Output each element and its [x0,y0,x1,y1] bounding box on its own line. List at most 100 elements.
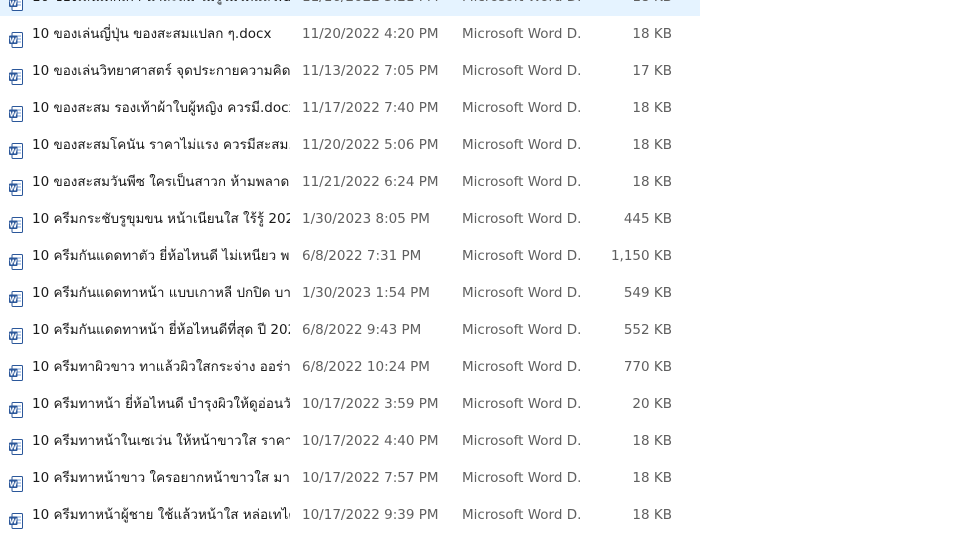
word-document-icon: W [9,137,23,159]
file-date-modified: 10/17/2022 9:39 PM [302,507,439,523]
file-type: Microsoft Word D... [462,396,582,412]
svg-text:W: W [9,147,17,155]
file-date-modified: 1/30/2023 1:54 PM [302,285,430,301]
file-row[interactable]: W 10 ของเล่นเด็กเก่า น่าสะสม ไม่รู้ไม่ได้… [0,0,700,16]
word-document-icon: W [9,322,23,344]
file-type: Microsoft Word D... [462,100,582,116]
svg-text:W: W [9,443,17,451]
file-type: Microsoft Word D... [462,470,582,486]
file-type: Microsoft Word D... [462,137,582,153]
svg-text:W: W [9,332,17,340]
file-row[interactable]: W 10 ครีมทาหน้าผู้ชาย ใช้แล้วหน้าใส หล่อเ… [0,497,700,534]
file-type: Microsoft Word D... [462,0,582,16]
file-type: Microsoft Word D... [462,322,582,338]
file-date-modified: 11/21/2022 6:24 PM [302,174,439,190]
svg-text:W: W [9,406,17,414]
file-row[interactable]: W 10 ของสะสมวันพีซ ใครเป็นสาวก ห้ามพลาด.d… [0,164,700,201]
word-document-icon: W [9,248,23,270]
file-name: 10 ของเล่นเด็กเก่า น่าสะสม ไม่รู้ไม่ได้แ… [32,0,290,16]
file-row[interactable]: W 10 ครีมกันแดดทาหน้า ยี่ห้อไหนดีที่สุด ป… [0,312,700,349]
file-type: Microsoft Word D... [462,211,582,227]
word-document-icon: W [9,26,23,48]
file-type: Microsoft Word D... [462,26,582,42]
word-document-icon: W [9,359,23,381]
word-document-icon: W [9,470,23,492]
word-document-icon: W [9,285,23,307]
file-row[interactable]: W 10 ครีมทาผิวขาว ทาแล้วผิวใสกระจ่าง ออร่… [0,349,700,386]
file-row[interactable]: W 10 ของสะสม รองเท้าผ้าใบผู้หญิง ควรมี.do… [0,90,700,127]
file-row[interactable]: W 10 ครีมทาหน้า ยี่ห้อไหนดี บำรุงผิวให้ดู… [0,386,700,423]
file-name: 10 ของเล่นวิทยาศาสตร์ จุดประกายความคิดแบ… [32,63,290,79]
file-name: 10 ของเล่นญี่ปุ่น ของสะสมแปลก ๆ.docx [32,26,272,42]
file-name: 10 ครีมทาหน้าผู้ชาย ใช้แล้วหน้าใส หล่อเท… [32,507,290,523]
file-row[interactable]: W 10 ครีมกระชับรูขุมขน หน้าเนียนใส ใร้รู้… [0,201,700,238]
file-row[interactable]: W 10 ของสะสมโคนัน ราคาไม่แรง ควรมีสะสม.do… [0,127,700,164]
svg-text:W: W [9,295,17,303]
file-size: 18 KB [632,433,672,449]
file-size: 1,150 KB [610,248,672,264]
file-date-modified: 10/17/2022 4:40 PM [302,433,439,449]
file-name: 10 ครีมกันแดดทาหน้า ยี่ห้อไหนดีที่สุด ปี… [32,322,290,338]
file-date-modified: 11/13/2022 7:05 PM [302,63,439,79]
word-document-icon: W [9,396,23,418]
file-name: 10 ครีมกระชับรูขุมขน หน้าเนียนใส ใร้รู้ … [32,211,290,227]
file-size: 552 KB [623,322,672,338]
file-date-modified: 10/17/2022 7:57 PM [302,470,439,486]
file-size: 445 KB [623,211,672,227]
file-name: 10 ครีมทาผิวขาว ทาแล้วผิวใสกระจ่าง ออร่า… [32,359,290,375]
file-date-modified: 11/20/2022 5:06 PM [302,137,439,153]
file-list: W 10 ของเล่นเด็กเก่า น่าสะสม ไม่รู้ไม่ได้… [0,0,960,539]
word-document-icon: W [9,433,23,455]
file-name: 10 ครีมทาหน้า ยี่ห้อไหนดี บำรุงผิวให้ดูอ… [32,396,290,412]
file-row[interactable]: W 10 ของเล่นญี่ปุ่น ของสะสมแปลก ๆ.docx 11/… [0,16,700,53]
file-date-modified: 11/20/2022 4:20 PM [302,26,439,42]
svg-text:W: W [9,73,17,81]
file-type: Microsoft Word D... [462,359,582,375]
file-size: 770 KB [623,359,672,375]
svg-text:W: W [9,258,17,266]
file-name: 10 ของสะสมวันพีซ ใครเป็นสาวก ห้ามพลาด.do… [32,174,290,190]
file-size: 18 KB [600,0,672,16]
file-type: Microsoft Word D... [462,174,582,190]
svg-text:W: W [9,110,17,118]
svg-text:W: W [9,221,17,229]
file-row[interactable]: W 10 ครีมกันแดดทาหน้า แบบเกาหลี ปกปิด บาง… [0,275,700,312]
file-date-modified: 11/17/2022 7:40 PM [302,100,439,116]
file-size: 18 KB [632,100,672,116]
file-row[interactable]: W 10 ของเล่นวิทยาศาสตร์ จุดประกายความคิดแ… [0,53,700,90]
file-type: Microsoft Word D... [462,433,582,449]
file-size: 20 KB [632,396,672,412]
file-size: 18 KB [632,26,672,42]
file-row[interactable]: W 10 ครีมทาหน้าขาว ใครอยากหน้าขาวใส มาทาง… [0,460,700,497]
word-document-icon: W [9,507,23,529]
file-name: 10 ของสะสม รองเท้าผ้าใบผู้หญิง ควรมี.doc… [32,100,290,116]
file-size: 18 KB [632,174,672,190]
file-type: Microsoft Word D... [462,507,582,523]
word-document-icon: W [9,100,23,122]
file-name: 10 ครีมกันแดดทาตัว ยี่ห้อไหนดี ไม่เหนียว… [32,248,290,264]
file-type: Microsoft Word D... [462,248,582,264]
file-size: 18 KB [632,137,672,153]
word-document-icon: W [9,63,23,85]
word-document-icon: W [9,0,23,11]
svg-text:W: W [9,517,17,525]
svg-text:W: W [9,369,17,377]
file-date-modified: 1/30/2023 8:05 PM [302,211,430,227]
file-name: 10 ครีมกันแดดทาหน้า แบบเกาหลี ปกปิด บางเ… [32,285,290,301]
file-date-modified: 6/8/2022 9:43 PM [302,322,422,338]
file-type: Microsoft Word D... [462,285,582,301]
file-date-modified: 10/17/2022 3:59 PM [302,396,439,412]
file-size: 549 KB [623,285,672,301]
file-size: 18 KB [632,507,672,523]
file-date-modified: 6/8/2022 7:31 PM [302,248,422,264]
svg-text:W: W [9,36,17,44]
svg-text:W: W [9,0,17,7]
file-name: 10 ครีมทาหน้าขาว ใครอยากหน้าขาวใส มาทาง.… [32,470,290,486]
file-row[interactable]: W 10 ครีมทาหน้าในเซเว่น ให้หน้าขาวใส ราคา… [0,423,700,460]
file-size: 17 KB [632,63,672,79]
file-row[interactable]: W 10 ครีมกันแดดทาตัว ยี่ห้อไหนดี ไม่เหนีย… [0,238,700,275]
file-name: 10 ของสะสมโคนัน ราคาไม่แรง ควรมีสะสม.doc… [32,137,290,153]
file-date-modified: 6/8/2022 10:24 PM [302,359,430,375]
file-size: 18 KB [632,470,672,486]
word-document-icon: W [9,211,23,233]
